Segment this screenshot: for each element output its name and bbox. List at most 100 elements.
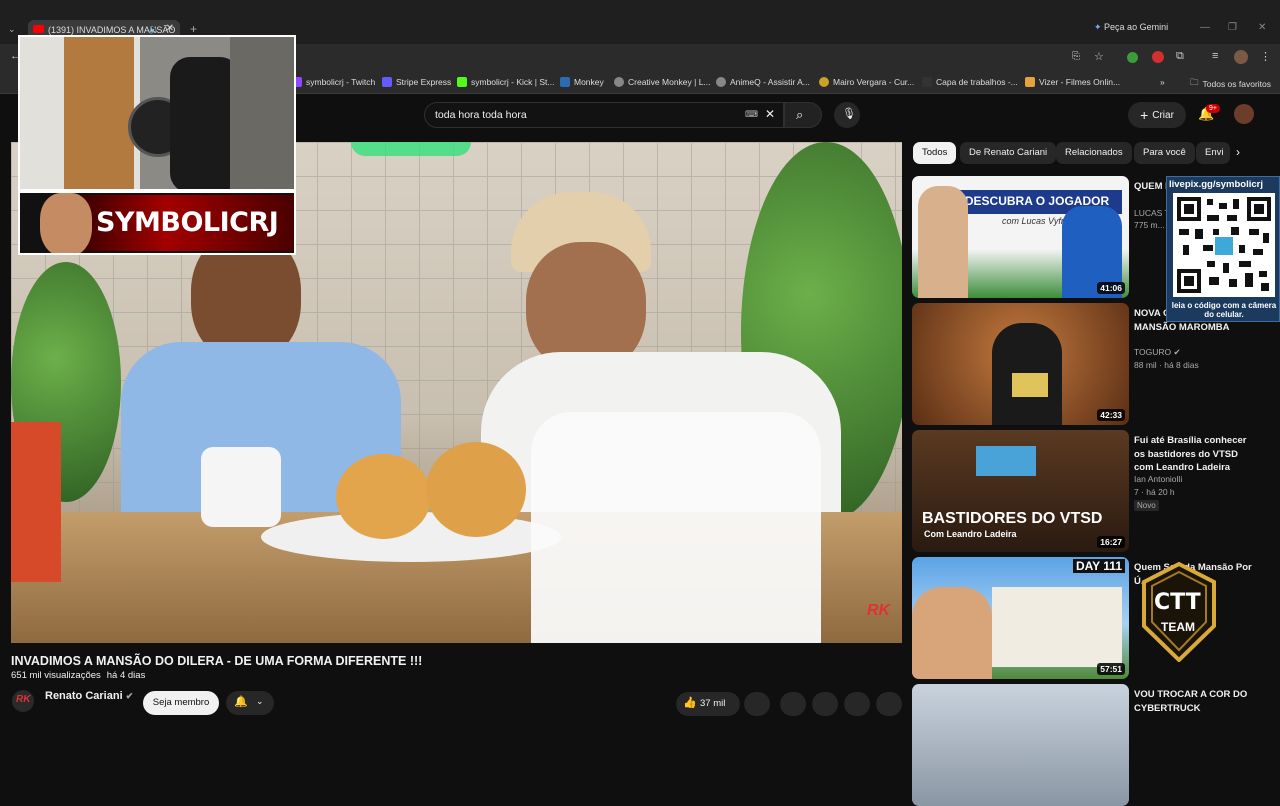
audio-icon[interactable]: 🔈 [149,24,160,35]
coffee-cup-small [201,447,281,527]
search-icon: ⌕ [796,107,804,122]
new-tab-icon[interactable]: + [190,22,197,36]
recommendation-item[interactable]: VOU TROCAR A COR DO CYBERTRUCK [912,684,1272,806]
bookmark-star-icon[interactable]: ☆ [1094,50,1104,63]
recommendation-channel[interactable]: TOGURO ✔ [1134,347,1181,358]
streamer-name: SYMBOLICRJ [96,207,279,238]
recommendation-thumbnail[interactable]: BASTIDORES DO VTSD Com Leandro Ladeira 1… [912,430,1129,552]
extension-red-icon[interactable] [1152,51,1164,63]
bookmark-creative-monkey[interactable]: Creative Monkey | L... [614,77,711,87]
extension-green-icon[interactable] [1127,52,1138,63]
cheese-bread-1 [336,454,431,539]
tab-close-icon[interactable]: ✕ [166,23,174,34]
bookmark-mairo[interactable]: Mairo Vergara - Cur... [819,77,914,87]
bookmark-twitch[interactable]: symbolicrj - Twitch [292,77,375,87]
bookmarks-overflow-icon[interactable]: » [1160,77,1165,87]
recommendation-thumbnail[interactable]: DAY 111 57:51 [912,557,1129,679]
recommendation-thumbnail[interactable]: DESCUBRA O JOGADOR com Lucas Vyfry 41:06 [912,176,1129,298]
save-button[interactable] [844,692,870,716]
thumb-caption: BASTIDORES DO VTSD [922,510,1103,527]
chip-de-renato-cariani[interactable]: De Renato Cariani [960,142,1057,164]
chip-todos[interactable]: Todos [913,142,957,164]
channel-avatar[interactable]: RK [12,690,34,712]
recommendation-item[interactable]: BASTIDORES DO VTSD Com Leandro Ladeira 1… [912,430,1272,552]
recommendation-title[interactable]: VOU TROCAR A COR DO CYBERTRUCK [1134,688,1254,715]
livepix-qr-overlay: livepix.gg/symbolicrj leia o código com … [1166,176,1280,322]
keyboard-icon[interactable]: ⌨ [745,109,758,120]
more-actions-button[interactable] [876,692,902,716]
bookmark-kick[interactable]: symbolicrj - Kick | St... [457,77,554,87]
minimize-icon[interactable]: — [1200,22,1210,33]
bell-icon: 🔔 [234,696,248,708]
maximize-icon[interactable]: ❐ [1228,22,1237,33]
recommendation-thumbnail[interactable]: 42:33 [912,303,1129,425]
chip-relacionados[interactable]: Relacionados [1056,142,1132,164]
bookmark-label: Monkey [574,77,604,87]
verified-icon: ✔ [125,691,134,701]
all-favorites-folder[interactable]: 🗀 Todos os favoritos [1190,77,1271,91]
new-badge: Novo [1134,500,1159,511]
bookmark-label: Creative Monkey | L... [628,77,711,87]
profile-avatar[interactable] [1234,50,1248,64]
kick-icon [457,77,467,87]
recommendation-channel[interactable]: Ian Antoniolli [1134,474,1182,484]
page-icon [922,77,932,87]
bookmark-label: symbolicrj - Twitch [306,77,376,87]
voice-search-button[interactable]: 🎙 [834,102,860,128]
view-count: 651 mil visualizações [11,670,101,681]
streamer-caricature [40,193,92,253]
chip-para-voce[interactable]: Para você [1134,142,1195,164]
channel-text: TOGURO [1134,347,1172,357]
channel-name[interactable]: Renato Cariani ✔ [45,690,133,702]
clear-search-icon[interactable]: ✕ [765,107,775,121]
bookmark-vizer[interactable]: Vizer - Filmes Onlin... [1025,77,1120,87]
recommendation-item[interactable]: DAY 111 57:51 Quem Sair da Mansão Por Ú.… [912,557,1272,679]
bookmark-capa[interactable]: Capa de trabalhos -... [922,77,1018,87]
subscribe-bell-button[interactable]: 🔔 ⌄ [226,691,274,715]
share-button[interactable] [780,692,806,716]
bookmark-stripe[interactable]: Stripe Express [382,77,451,87]
create-button[interactable]: + Criar [1128,102,1186,128]
chevron-right-icon[interactable]: › [1236,145,1240,159]
thumb-caption: DAY 111 [1072,559,1125,573]
chip-envi[interactable]: Envi [1196,142,1230,164]
video-title: INVADIMOS A MANSÃO DO DILERA - DE UMA FO… [11,654,423,668]
recommendation-thumbnail[interactable] [912,684,1129,806]
bookmark-label: Mairo Vergara - Cur... [833,77,915,87]
door [64,37,134,189]
install-app-icon[interactable]: ⎘ [1072,51,1080,62]
create-label: Criar [1152,109,1174,121]
mic-icon: 🎙 [842,108,856,120]
search-button[interactable]: ⌕ [784,102,822,128]
video-duration: 57:51 [1097,663,1125,675]
recommendation-meta: 775 m... [1134,220,1165,230]
cheese-bread-2 [426,442,526,537]
youtube-favicon-icon [33,25,44,33]
gemini-button[interactable]: ✦ Peça ao Gemini [1094,22,1168,33]
upload-age: há 4 dias [106,670,146,681]
neon-sign [351,142,471,156]
clip-button[interactable] [812,692,838,716]
thumb-subcaption: Com Leandro Ladeira [924,529,1017,539]
bookmark-animeq[interactable]: AnimeQ - Assistir A... [716,77,810,87]
plus-icon: + [1140,107,1149,123]
qr-url: livepix.gg/symbolicrj [1169,179,1263,190]
media-controls-icon[interactable]: ≡ [1212,50,1218,62]
account-avatar[interactable] [1234,104,1254,124]
chevron-down-icon: ⌄ [256,696,264,706]
gemini-icon: ✦ [1094,22,1105,32]
join-button[interactable]: Seja membro [143,691,219,715]
like-button[interactable]: 👍 37 mil [676,692,740,716]
recommendation-title[interactable]: Fui até Brasília conhecer os bastidores … [1134,434,1254,475]
bookmark-monkey[interactable]: Monkey [560,77,604,87]
browser-menu-icon[interactable]: ⋮ [1260,50,1271,63]
dislike-button[interactable] [744,692,770,716]
ctt-text: CTT [1154,590,1201,615]
streamer-nameplate: SYMBOLICRJ [18,191,296,255]
extensions-puzzle-icon[interactable]: ⧉ [1176,50,1184,63]
video-duration: 42:33 [1097,409,1125,421]
tab-list-icon[interactable]: ⌄ [8,24,16,35]
video-duration: 16:27 [1097,536,1125,548]
window-close-icon[interactable]: ✕ [1258,22,1266,33]
search-input[interactable]: toda hora toda hora ⌨ ✕ [424,102,784,128]
